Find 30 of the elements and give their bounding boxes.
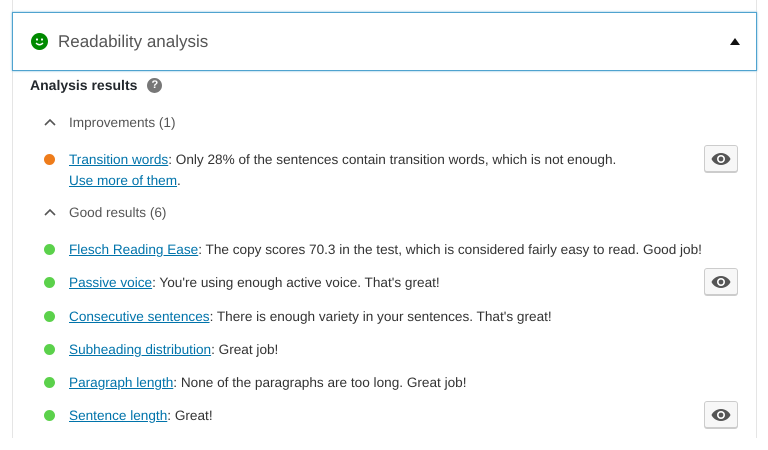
- result-link[interactable]: Passive voice: [69, 275, 152, 290]
- panel-header[interactable]: Readability analysis: [12, 12, 757, 71]
- highlight-button[interactable]: [704, 268, 738, 295]
- chevron-icon: [44, 208, 56, 216]
- group-toggle[interactable]: Good results (6): [13, 202, 756, 222]
- result-text: Flesch Reading Ease: The copy scores 70.3 in the test, which is considered fairly easy to read. Good job!: [69, 241, 703, 259]
- section-heading: Analysis results: [30, 77, 138, 93]
- highlight-button[interactable]: [704, 401, 738, 428]
- result-text: Paragraph length: None of the paragraphs are too long. Great job!: [69, 374, 468, 392]
- eye-icon: [711, 408, 731, 422]
- highlight-button[interactable]: [704, 145, 738, 172]
- result-text: Transition words: Only 28% of the sentences contain transition words, which is not enough. Use more of them.: [69, 151, 618, 190]
- result-link[interactable]: Paragraph length: [69, 375, 174, 390]
- panel-title: Readability analysis: [58, 32, 210, 52]
- result-text: Consecutive sentences: There is enough variety in your sentences. That's great!: [69, 308, 553, 326]
- result-link[interactable]: Subheading distribution: [69, 342, 212, 357]
- result-link[interactable]: Consecutive sentences: [69, 309, 210, 324]
- result-link[interactable]: Sentence length: [69, 408, 168, 423]
- result-text: Passive voice: You're using enough active voice. That's great!: [69, 274, 441, 292]
- smiley-icon: [31, 33, 48, 50]
- result-link[interactable]: Flesch Reading Ease: [69, 242, 198, 257]
- result-link[interactable]: Transition words: [69, 152, 168, 167]
- result-link[interactable]: Use more of them: [69, 173, 178, 188]
- group-toggle[interactable]: Improvements (1): [13, 112, 756, 132]
- eye-icon: [711, 274, 731, 288]
- result-text: Sentence length: Great!: [69, 407, 214, 425]
- help-icon[interactable]: ?: [147, 78, 162, 92]
- eye-icon: [711, 152, 731, 166]
- chevron-icon: [44, 118, 56, 126]
- result-text: Subheading distribution: Great job!: [69, 341, 280, 359]
